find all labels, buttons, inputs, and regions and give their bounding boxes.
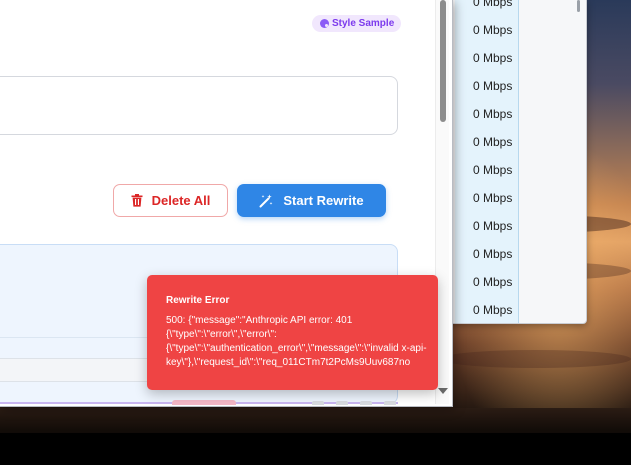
toast-message-line: {\"type\":\"authentication_error\",\"mes… <box>166 343 427 354</box>
taskbar-area <box>0 433 631 465</box>
start-rewrite-button[interactable]: Start Rewrite <box>237 184 386 217</box>
scroll-down-arrow-icon[interactable] <box>438 388 448 394</box>
error-toast[interactable]: Rewrite Error 500: {"message":"Anthropic… <box>147 275 438 390</box>
network-speed-value: 0 Mbps <box>473 0 513 9</box>
network-speed-value: 0 Mbps <box>473 247 513 261</box>
start-rewrite-label: Start Rewrite <box>283 193 364 208</box>
palette-icon <box>320 19 329 28</box>
magic-wand-icon <box>259 194 273 207</box>
trash-icon <box>131 194 143 207</box>
network-speed-value: 0 Mbps <box>473 23 513 37</box>
network-speed-value: 0 Mbps <box>473 219 513 233</box>
toast-message-line: 500: {"message":"Anthropic API error: 40… <box>166 315 353 326</box>
network-speed-value: 0 Mbps <box>473 79 513 93</box>
style-sample-label: Style Sample <box>332 18 395 29</box>
network-speed-value: 0 Mbps <box>473 163 513 177</box>
network-speed-value: 0 Mbps <box>473 107 513 121</box>
action-icon[interactable] <box>336 401 348 405</box>
action-icon[interactable] <box>360 401 372 405</box>
toast-message-line: key\"},\"request_id\":\"req_011CTm7t2PcM… <box>166 357 411 368</box>
toast-message-line: {\"type\":\"error\",\"error\": <box>166 329 277 340</box>
delete-all-label: Delete All <box>151 193 211 208</box>
network-speed-value: 0 Mbps <box>473 275 513 289</box>
action-icon[interactable] <box>384 401 396 405</box>
style-sample-badge: Style Sample <box>312 15 402 32</box>
toast-title: Rewrite Error <box>166 295 230 306</box>
network-monitor-window[interactable] <box>440 0 587 324</box>
action-icon[interactable] <box>312 401 324 405</box>
cloud <box>440 350 631 368</box>
network-speed-value: 0 Mbps <box>473 191 513 205</box>
delete-all-button[interactable]: Delete All <box>113 184 228 217</box>
status-pill <box>172 400 236 405</box>
network-monitor-scrollbar[interactable] <box>572 0 584 320</box>
network-speed-value: 0 Mbps <box>473 135 513 149</box>
toast-message: 500: {"message":"Anthropic API error: 40… <box>166 314 427 370</box>
scroll-thumb[interactable] <box>440 0 446 122</box>
network-speed-value: 0 Mbps <box>473 51 513 65</box>
network-speed-value: 0 Mbps <box>473 303 513 317</box>
text-input-area[interactable] <box>0 76 398 135</box>
scroll-thumb[interactable] <box>577 0 580 12</box>
